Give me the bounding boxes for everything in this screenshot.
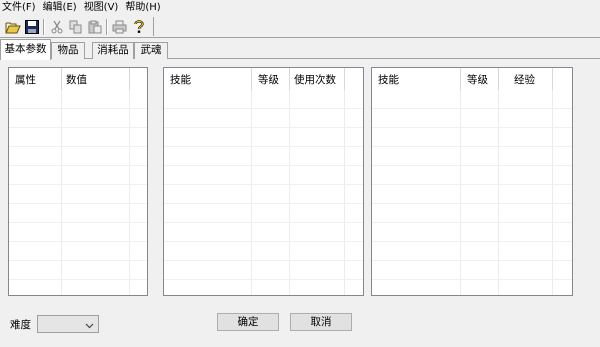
column-value[interactable]: 数值 <box>66 72 87 87</box>
tab-bar: 基本参数 物品 消耗品 武魂 <box>0 39 600 60</box>
grid-line <box>9 203 147 204</box>
grid-line <box>372 127 572 128</box>
grid-line <box>9 222 147 223</box>
header-divider <box>289 68 290 90</box>
header-divider <box>552 68 553 90</box>
grid-line <box>9 184 147 185</box>
grid-line <box>164 260 363 261</box>
column-level[interactable]: 等级 <box>258 72 279 87</box>
grid-line <box>9 127 147 128</box>
copy-icon[interactable] <box>67 18 84 35</box>
grid-line <box>372 279 572 280</box>
skills-usage-header: 技能 等级 使用次数 <box>164 68 363 90</box>
header-divider <box>61 68 62 90</box>
grid-line <box>164 279 363 280</box>
column-experience[interactable]: 经验 <box>514 72 535 87</box>
header-divider <box>344 68 345 90</box>
skills-exp-header: 技能 等级 经验 <box>372 68 572 90</box>
grid-line <box>164 108 363 109</box>
grid-line <box>164 184 363 185</box>
chevron-down-icon[interactable] <box>85 320 94 333</box>
grid-line <box>372 184 572 185</box>
grid-line <box>372 260 572 261</box>
help-icon[interactable] <box>130 18 147 35</box>
header-divider <box>498 68 499 90</box>
paste-icon[interactable] <box>86 18 103 35</box>
skills-usage-list[interactable]: 技能 等级 使用次数 <box>163 67 364 296</box>
grid-line <box>372 222 572 223</box>
attributes-header: 属性 数值 <box>9 68 147 90</box>
grid-line <box>372 146 572 147</box>
cut-icon[interactable] <box>48 18 65 35</box>
toolbar-separator <box>106 18 108 35</box>
ok-button[interactable]: 确定 <box>217 313 279 331</box>
column-skill[interactable]: 技能 <box>170 72 191 87</box>
difficulty-label: 难度 <box>10 319 31 331</box>
menu-edit[interactable]: 编辑(E) <box>40 0 81 16</box>
grid-line <box>9 260 147 261</box>
grid-line <box>9 279 147 280</box>
grid-line <box>164 222 363 223</box>
print-icon[interactable] <box>111 18 128 35</box>
grid-line <box>9 241 147 242</box>
tab-items[interactable]: 物品 <box>51 42 85 59</box>
column-attribute[interactable]: 属性 <box>15 72 36 87</box>
header-divider <box>251 68 252 90</box>
grid-line <box>372 241 572 242</box>
tab-basic-params[interactable]: 基本参数 <box>0 39 51 60</box>
grid-line <box>372 165 572 166</box>
grid-line <box>9 165 147 166</box>
difficulty-select[interactable] <box>37 315 99 333</box>
attributes-list[interactable]: 属性 数值 <box>8 67 148 296</box>
skills-exp-list[interactable]: 技能 等级 经验 <box>371 67 573 296</box>
cancel-button[interactable]: 取消 <box>290 313 352 331</box>
column-usage-count[interactable]: 使用次数 <box>294 72 336 87</box>
menu-file[interactable]: 文件(F) <box>0 0 40 16</box>
grid-line <box>372 108 572 109</box>
toolbar-end-divider <box>153 17 154 36</box>
menu-bar: 文件(F) 编辑(E) 视图(V) 帮助(H) <box>0 0 600 16</box>
grid-line <box>164 241 363 242</box>
save-icon[interactable] <box>23 18 40 35</box>
menu-help[interactable]: 帮助(H) <box>122 0 164 16</box>
tab-consumables[interactable]: 消耗品 <box>92 42 134 59</box>
column-skill[interactable]: 技能 <box>378 72 399 87</box>
open-folder-icon[interactable] <box>4 18 21 35</box>
tab-martial-soul[interactable]: 武魂 <box>134 42 168 59</box>
column-level[interactable]: 等级 <box>467 72 488 87</box>
grid-line <box>372 203 572 204</box>
toolbar-separator <box>43 18 45 35</box>
grid-line <box>164 146 363 147</box>
menu-view[interactable]: 视图(V) <box>81 0 123 16</box>
grid-line <box>9 108 147 109</box>
grid-line <box>164 203 363 204</box>
toolbar <box>0 16 600 38</box>
grid-line <box>9 146 147 147</box>
grid-line <box>164 127 363 128</box>
header-divider <box>129 68 130 90</box>
header-divider <box>460 68 461 90</box>
grid-line <box>164 165 363 166</box>
